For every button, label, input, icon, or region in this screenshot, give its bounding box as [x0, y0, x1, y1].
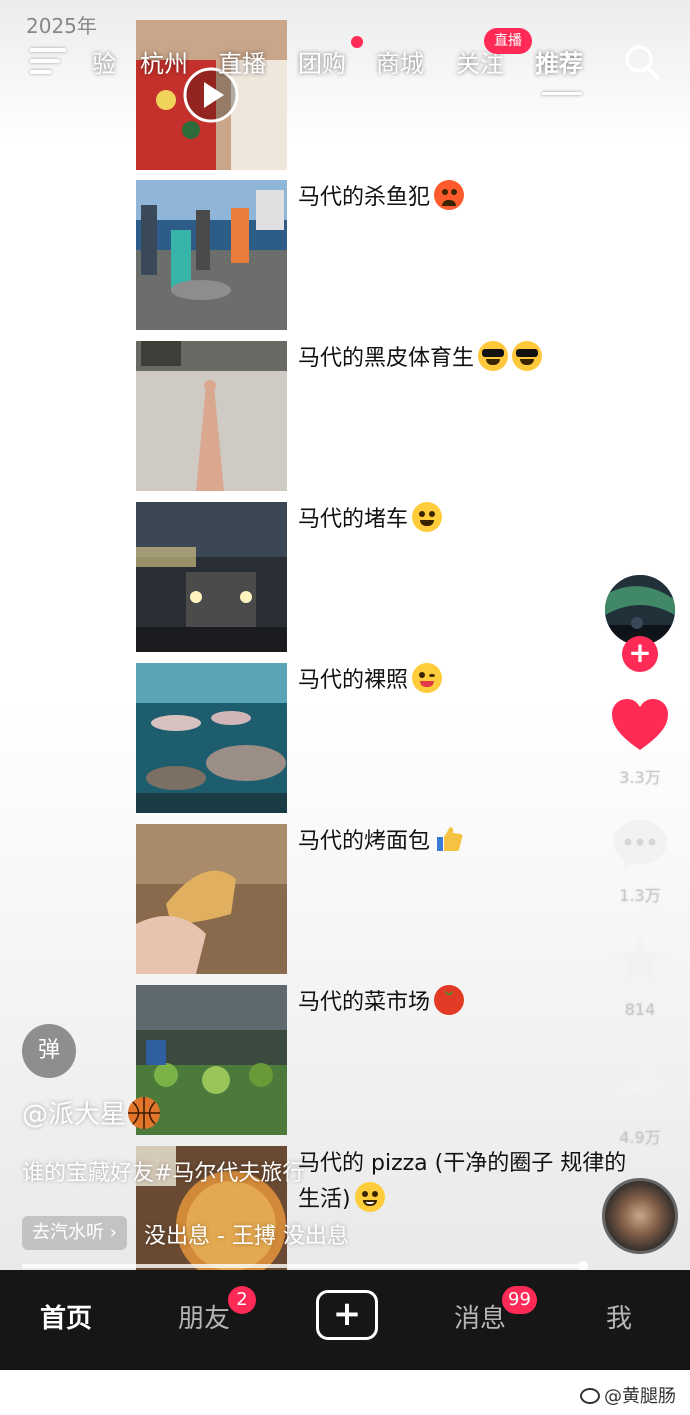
bottom-navigation: 首页 朋友 2 + 消息 99 我 [0, 1270, 690, 1370]
thumbnail-image [136, 180, 287, 330]
nav-me[interactable]: 我 [606, 1298, 632, 1335]
search-icon[interactable] [622, 42, 662, 82]
thumbnail-image [136, 663, 287, 813]
list-item: 马代的裸照 [136, 663, 616, 813]
tab-group-buy[interactable]: 团购 [298, 44, 346, 79]
list-caption: 马代的裸照 [298, 663, 638, 699]
create-button[interactable]: + [316, 1290, 378, 1340]
author-name[interactable]: @派大星 [22, 1094, 161, 1131]
basketball-icon [128, 1097, 161, 1129]
tab-live[interactable]: 直播 [218, 44, 266, 79]
caption-text: 马代的菜市场 [298, 990, 431, 1015]
watermark: @黄腿肠 [580, 1382, 676, 1408]
caption-text: 马代的 pizza (干净的圈子 规律的生活) [298, 1151, 627, 1212]
star-icon[interactable] [610, 932, 670, 992]
friends-badge: 2 [228, 1286, 256, 1314]
favorite-count: 814 [624, 1000, 656, 1019]
list-caption: 马代的 pizza (干净的圈子 规律的生活) [298, 1146, 638, 1218]
winking-face-icon [412, 663, 443, 693]
like-heart-icon[interactable] [610, 696, 670, 756]
caption-text: 马代的黑皮体育生 [298, 346, 475, 371]
sunglasses-face-icon [512, 341, 543, 371]
live-badge: 直播 [484, 28, 532, 54]
thumbs-up-icon [434, 824, 464, 854]
follow-button[interactable]: + [622, 636, 658, 672]
video-progress-bar[interactable] [22, 1264, 582, 1268]
thumbnail-image [136, 502, 287, 652]
notification-dot [351, 36, 363, 48]
author-handle: @派大星 [22, 1100, 127, 1130]
post-description[interactable]: 谁的宝藏好友#马尔代夫旅行 [22, 1155, 304, 1187]
menu-icon[interactable] [30, 48, 66, 76]
year-label: 2025年 [26, 14, 97, 38]
list-item: 马代的杀鱼犯 [136, 180, 616, 330]
list-caption: 马代的杀鱼犯 [298, 180, 638, 216]
thumbnail-image [136, 341, 287, 491]
list-item: 马代的烤面包 [136, 824, 616, 974]
comment-icon[interactable] [610, 814, 670, 874]
caption-text: 马代的烤面包 [298, 829, 431, 854]
tab-recommend[interactable]: 推荐 [535, 44, 583, 79]
list-caption: 马代的菜市场 [298, 985, 638, 1021]
list-caption: 马代的黑皮体育生 [298, 341, 638, 377]
like-count: 3.3万 [619, 768, 661, 787]
list-item: 马代的堵车 [136, 502, 616, 652]
music-disc-icon[interactable] [602, 1178, 678, 1254]
active-tab-indicator [542, 92, 582, 95]
danmu-button[interactable]: 弹 [22, 1024, 76, 1078]
tomato-icon [434, 985, 465, 1015]
thumbnail-image [136, 824, 287, 974]
music-title[interactable]: 没出息 - 王搏 没出息 [144, 1218, 349, 1250]
weibo-icon [580, 1388, 600, 1404]
laughing-tears-face-icon [412, 502, 443, 532]
list-caption: 马代的烤面包 [298, 824, 638, 860]
tab-truncated[interactable]: 验 [92, 44, 116, 79]
list-item: 马代的黑皮体育生 [136, 341, 616, 491]
caption-text: 马代的堵车 [298, 507, 409, 532]
progress-knob[interactable] [578, 1261, 588, 1270]
nav-friends[interactable]: 朋友 [178, 1298, 230, 1335]
nav-messages[interactable]: 消息 [454, 1298, 506, 1335]
comment-count: 1.3万 [619, 886, 661, 905]
tab-hangzhou[interactable]: 杭州 [140, 44, 188, 79]
open-in-music-app-button[interactable]: 去汽水听 › [22, 1216, 127, 1250]
share-count: 4.9万 [619, 1128, 661, 1147]
list-item: 马代的菜市场 [136, 985, 616, 1135]
caption-text: 马代的裸照 [298, 668, 409, 693]
nav-home[interactable]: 首页 [40, 1298, 92, 1335]
video-screen[interactable]: 2025年 马代的杀鱼犯 马代的黑皮体育生 马代的堵车 马代的裸照 马代的烤面包… [0, 0, 690, 1270]
top-navigation: 验 杭州 直播 团购 商城 关注 直播 推荐 [0, 28, 690, 96]
caption-text: 马代的杀鱼犯 [298, 185, 431, 210]
list-caption: 马代的堵车 [298, 502, 638, 538]
watermark-text: @黄腿肠 [604, 1386, 676, 1407]
share-icon[interactable] [610, 1056, 670, 1116]
sunglasses-face-icon [478, 341, 509, 371]
messages-badge: 99 [502, 1286, 537, 1314]
angry-face-icon [434, 180, 465, 210]
grinning-face-icon [354, 1182, 385, 1212]
tab-mall[interactable]: 商城 [376, 44, 424, 79]
